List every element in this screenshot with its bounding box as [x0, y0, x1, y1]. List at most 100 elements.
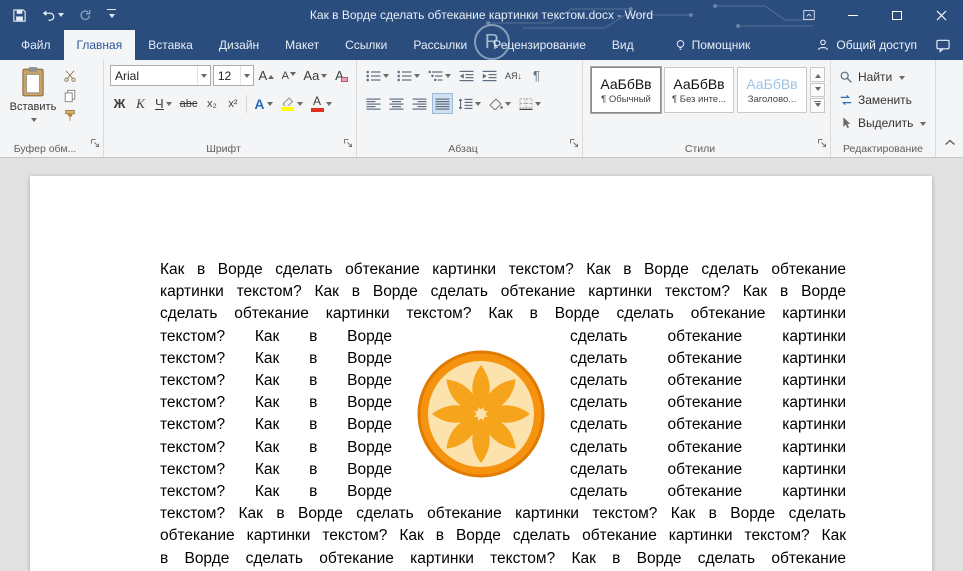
decrease-indent-button[interactable] [456, 65, 477, 86]
save-button[interactable] [12, 8, 27, 23]
align-left-button[interactable] [363, 93, 384, 114]
align-justify-button[interactable] [432, 93, 453, 114]
caret-down-icon [814, 86, 821, 94]
show-paragraph-marks-button[interactable]: ¶ [527, 65, 546, 86]
bullets-button[interactable] [363, 65, 392, 86]
font-color-button[interactable]: А [308, 93, 335, 114]
style-name: ¶ Обычный [601, 93, 651, 105]
align-right-icon [412, 98, 427, 110]
select-button[interactable]: Выделить [831, 113, 935, 133]
font-size-combobox[interactable]: 12 [212, 65, 254, 86]
multilevel-list-button[interactable] [425, 65, 454, 86]
cut-button[interactable] [60, 68, 80, 84]
change-case-button[interactable]: Аа [301, 65, 330, 86]
styles-more-button[interactable] [810, 98, 825, 114]
tab-layout[interactable]: Макет [272, 30, 332, 60]
align-right-button[interactable] [409, 93, 430, 114]
close-button[interactable] [919, 0, 963, 30]
bold-button[interactable]: Ж [110, 93, 129, 114]
tab-mailings[interactable]: Рассылки [400, 30, 480, 60]
styles-scroll-down-button[interactable] [810, 82, 825, 98]
line-spacing-button[interactable] [455, 93, 484, 114]
sort-button[interactable]: АЯ↓ [502, 65, 525, 86]
style-no-spacing[interactable]: АаБбВв ¶ Без инте... [664, 67, 734, 113]
font-family-value: Arial [115, 68, 140, 83]
text-line: сделать обтекание картинки [570, 349, 846, 367]
tab-view[interactable]: Вид [599, 30, 647, 60]
grow-font-button[interactable]: А [256, 65, 277, 86]
text-line: текстом? Как в Ворде [160, 349, 392, 367]
tab-design[interactable]: Дизайн [206, 30, 272, 60]
paragraph-dialog-launcher[interactable] [569, 135, 579, 153]
text-line: сделать обтекание картинки [570, 438, 846, 456]
comments-button[interactable] [923, 30, 963, 60]
chevron-down-icon [325, 102, 332, 109]
orange-image[interactable] [416, 349, 546, 479]
find-button[interactable]: Найти [831, 67, 935, 87]
paste-label: Вставить [9, 101, 57, 113]
shrink-font-button[interactable]: А [279, 65, 299, 86]
tab-review[interactable]: Рецензирование [480, 30, 599, 60]
chevron-down-icon [445, 74, 451, 81]
replace-label: Заменить [858, 93, 912, 107]
superscript-button[interactable]: x² [223, 93, 242, 114]
customize-bar-icon [107, 9, 116, 10]
document-page[interactable]: Как в Ворде сделать обтекание картинки т… [30, 176, 932, 571]
editing-group: Найти Заменить Выделить Редактирование [831, 60, 936, 157]
document-text: Как в Ворде сделать обтекание картинки т… [30, 176, 932, 570]
format-painter-button[interactable] [60, 108, 80, 124]
tab-references[interactable]: Ссылки [332, 30, 400, 60]
chevron-down-icon [108, 14, 115, 21]
ribbon-display-options-button[interactable] [787, 0, 831, 30]
tab-assistant[interactable]: Помощник [661, 30, 764, 60]
borders-icon [519, 97, 533, 110]
paste-button[interactable]: Вставить [8, 66, 58, 138]
borders-button[interactable] [516, 93, 544, 114]
copy-button[interactable] [60, 88, 80, 104]
font-family-combobox[interactable]: Arial [110, 65, 211, 86]
numbering-button[interactable] [394, 65, 423, 86]
highlight-color-button[interactable] [278, 93, 306, 114]
undo-button[interactable] [41, 8, 64, 22]
grow-font-label: А [258, 68, 268, 83]
find-icon [840, 71, 852, 83]
share-button[interactable]: Общий доступ [816, 30, 923, 60]
redo-button[interactable] [78, 8, 93, 22]
clear-formatting-button[interactable]: А [332, 65, 351, 86]
text-effects-label: А [254, 95, 265, 112]
style-preview: АаБбВв [600, 75, 652, 92]
increase-indent-button[interactable] [479, 65, 500, 86]
styles-dialog-launcher[interactable] [817, 135, 827, 153]
style-normal[interactable]: АаБбВв ¶ Обычный [591, 67, 661, 113]
font-dialog-launcher[interactable] [343, 135, 353, 153]
style-heading1[interactable]: АаБбВв Заголово... [737, 67, 807, 113]
collapse-ribbon-button[interactable] [944, 133, 956, 151]
strikethrough-button[interactable]: abc [177, 93, 201, 114]
chevron-up-icon [945, 139, 955, 146]
numbered-list-icon [397, 70, 412, 81]
eraser-icon [340, 77, 348, 82]
styles-scroll-up-button[interactable] [810, 67, 825, 82]
shading-button[interactable] [486, 93, 514, 114]
text-effects-button[interactable]: А [251, 93, 275, 114]
maximize-button[interactable] [875, 0, 919, 30]
tab-insert[interactable]: Вставка [135, 30, 206, 60]
highlighter-icon [281, 97, 293, 106]
text-line: сделать обтекание картинки [570, 416, 846, 434]
align-center-button[interactable] [386, 93, 407, 114]
replace-button[interactable]: Заменить [831, 90, 935, 110]
subscript-button[interactable]: x₂ [202, 93, 221, 114]
tab-file[interactable]: Файл [8, 30, 64, 60]
chevron-down-icon [296, 102, 303, 109]
underline-button[interactable]: Ч [152, 93, 175, 114]
dialog-launcher-icon [344, 139, 352, 147]
minimize-button[interactable] [831, 0, 875, 30]
text-line: текстом? Как в Ворде [160, 460, 392, 478]
clipboard-dialog-launcher[interactable] [90, 135, 100, 153]
scissors-icon [64, 70, 76, 82]
customize-quick-access-button[interactable] [107, 9, 116, 21]
tab-home[interactable]: Главная [63, 30, 136, 60]
italic-button[interactable]: К [131, 93, 150, 114]
chevron-down-icon [266, 102, 273, 109]
chevron-down-icon [475, 102, 481, 109]
